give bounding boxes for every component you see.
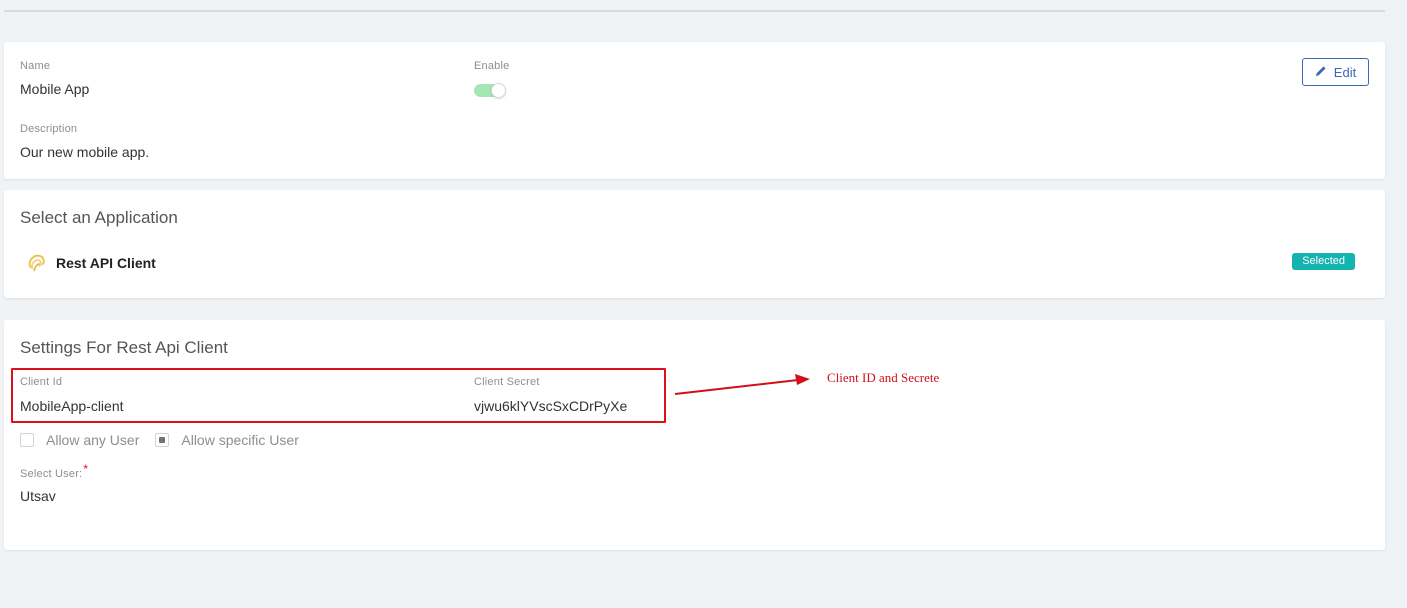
select-application-card: Select an Application Rest API Client Se…: [4, 190, 1385, 298]
selected-user-value[interactable]: Utsav: [20, 488, 56, 504]
select-user-label-text: Select User:: [20, 468, 83, 480]
allow-any-user-checkbox[interactable]: [20, 433, 34, 447]
description-value: Our new mobile app.: [20, 144, 150, 160]
select-application-title: Select an Application: [20, 208, 178, 227]
client-id-value: MobileApp-client: [20, 398, 124, 414]
allow-specific-user-label[interactable]: Allow specific User: [181, 432, 298, 448]
required-marker: *: [83, 462, 89, 476]
selected-badge: Selected: [1292, 253, 1355, 270]
enable-label: Enable: [474, 60, 510, 72]
application-name: Rest API Client: [56, 255, 156, 271]
application-item[interactable]: Rest API Client: [26, 252, 156, 274]
enable-toggle[interactable]: [474, 83, 506, 98]
allow-specific-user-checkbox[interactable]: [155, 433, 170, 447]
select-user-label: Select User:*: [20, 462, 88, 480]
allow-any-user-label[interactable]: Allow any User: [46, 432, 139, 448]
edit-label: Edit: [1333, 64, 1357, 80]
annotation-arrow: [674, 374, 810, 395]
client-secret-value: vjwu6klYVscSxCDrPyXe: [474, 398, 628, 414]
edit-button[interactable]: Edit: [1302, 58, 1369, 86]
client-credentials-highlight: [11, 368, 666, 423]
client-secret-label: Client Secret: [474, 376, 540, 388]
top-divider: [4, 10, 1385, 12]
annotation-note: Client ID and Secrete: [827, 370, 940, 385]
settings-card: Settings For Rest Api Client Client Id M…: [4, 320, 1385, 550]
pencil-icon: [1315, 65, 1327, 80]
toggle-knob: [491, 83, 506, 98]
name-value: Mobile App: [20, 81, 90, 97]
rest-api-client-icon: [26, 252, 48, 274]
user-access-options: Allow any User Allow specific User: [20, 432, 299, 448]
description-label: Description: [20, 123, 78, 135]
checkbox-checked-mark: [159, 437, 166, 443]
client-id-label: Client Id: [20, 376, 63, 388]
settings-title: Settings For Rest Api Client: [20, 338, 228, 357]
name-label: Name: [20, 60, 51, 72]
app-details-card: Name Mobile App Enable Description Our n…: [4, 42, 1385, 179]
